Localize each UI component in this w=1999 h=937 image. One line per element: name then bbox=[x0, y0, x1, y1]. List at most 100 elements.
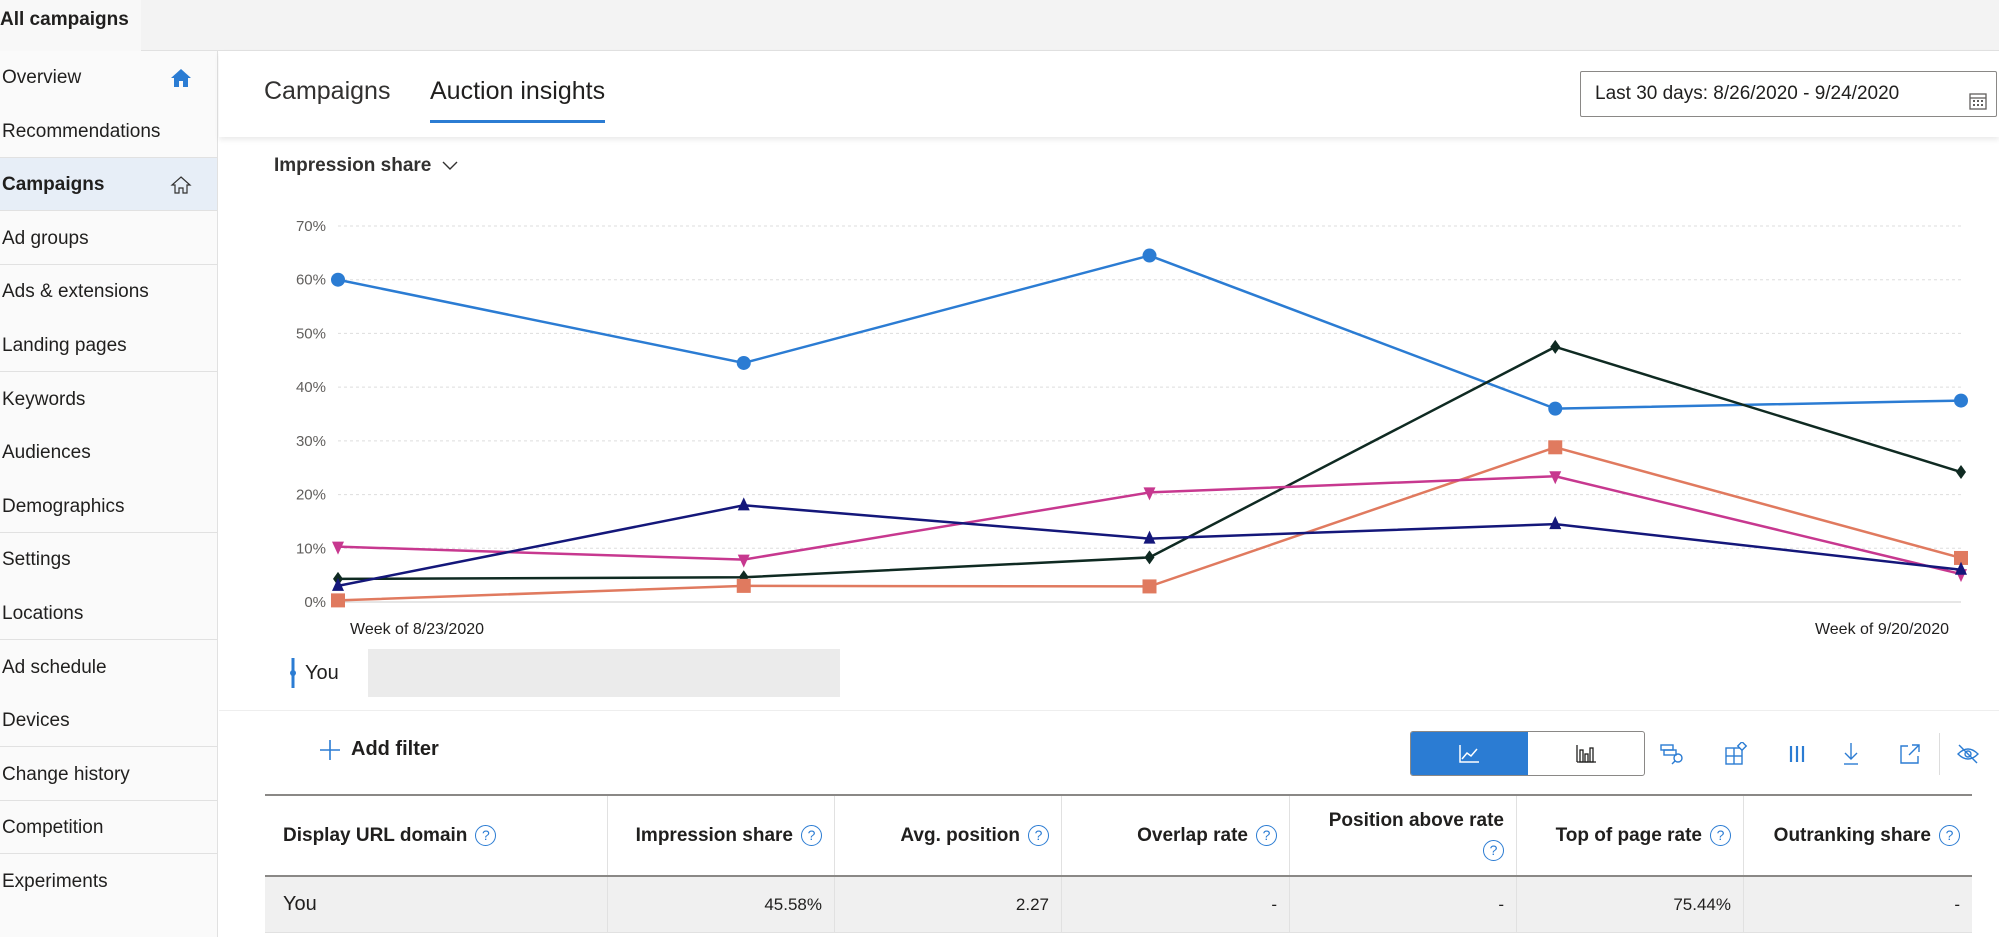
add-filter-label: Add filter bbox=[351, 738, 439, 760]
date-range-text: Last 30 days: 8/26/2020 - 9/24/2020 bbox=[1595, 83, 1900, 104]
column-header[interactable]: Top of page rate? bbox=[1517, 796, 1744, 875]
column-header-label: Overlap rate bbox=[1137, 824, 1248, 846]
sidebar-item-label: Landing pages bbox=[2, 335, 127, 356]
sidebar-item-devices[interactable]: Devices bbox=[0, 694, 217, 748]
sidebar-item-landing-pages[interactable]: Landing pages bbox=[0, 319, 217, 372]
sidebar-item-campaigns[interactable]: Campaigns bbox=[0, 158, 217, 212]
sidebar-item-label: Overview bbox=[2, 67, 82, 88]
sidebar-item-label: Change history bbox=[2, 763, 130, 785]
sidebar: Overview Recommendations Campaigns Ad group… bbox=[0, 51, 218, 937]
help-icon[interactable]: ? bbox=[1028, 824, 1049, 846]
sidebar-item-label: Competition bbox=[2, 817, 104, 839]
data-point bbox=[1144, 550, 1155, 565]
tab-auction-insights[interactable]: Auction insights bbox=[430, 77, 606, 123]
breadcrumb-all-campaigns[interactable]: All campaigns bbox=[0, 0, 141, 51]
date-range-picker[interactable]: Last 30 days: 8/26/2020 - 9/24/2020 bbox=[1580, 71, 1997, 117]
data-point bbox=[1548, 440, 1563, 455]
sidebar-item-label: Ad schedule bbox=[2, 656, 107, 678]
segment-icon[interactable] bbox=[1723, 741, 1749, 767]
data-point bbox=[1548, 401, 1563, 416]
data-point bbox=[736, 578, 751, 593]
table-header-row: Display URL domain? Impression share? Avg.… bbox=[265, 794, 1972, 877]
sidebar-item-experiments[interactable]: Experiments bbox=[0, 855, 217, 908]
y-tick-label: 10% bbox=[296, 540, 326, 557]
table-cell: You bbox=[265, 877, 608, 932]
auction-insights-table: Display URL domain? Impression share? Avg.… bbox=[265, 794, 1972, 933]
sidebar-item-label: Locations bbox=[2, 603, 84, 624]
table-cell: 75.44% bbox=[1517, 877, 1744, 932]
hide-chart-icon[interactable] bbox=[1955, 741, 1981, 767]
divider bbox=[219, 710, 1999, 711]
series-line bbox=[337, 345, 1962, 581]
column-header-label: Avg. position bbox=[900, 824, 1020, 846]
column-header[interactable]: Position above rate? bbox=[1290, 796, 1517, 875]
sidebar-item-settings[interactable]: Settings bbox=[0, 533, 217, 586]
table-cell: 45.58% bbox=[608, 877, 835, 932]
sidebar-item-keywords[interactable]: Keywords bbox=[0, 373, 217, 426]
help-icon[interactable]: ? bbox=[1710, 824, 1731, 846]
bar-chart-button[interactable] bbox=[1528, 732, 1645, 775]
column-header-label: Impression share bbox=[635, 824, 793, 846]
column-header[interactable]: Display URL domain? bbox=[265, 796, 608, 875]
sidebar-item-ads-extensions[interactable]: Ads & extensions bbox=[0, 265, 217, 318]
table-cell: 2.27 bbox=[835, 877, 1062, 932]
column-header-label: Outranking share bbox=[1773, 824, 1931, 846]
download-icon[interactable] bbox=[1838, 741, 1864, 767]
column-header-label: Display URL domain bbox=[283, 824, 468, 846]
sidebar-item-label: Settings bbox=[2, 549, 71, 571]
data-point bbox=[1142, 248, 1157, 263]
legend-you-label[interactable]: You bbox=[305, 662, 339, 685]
add-filter-button[interactable]: Add filter bbox=[319, 738, 439, 761]
impression-share-chart: 0% 10% 20% 30% 40% 50% 60% 70% Week of 8/23/2020… bbox=[296, 218, 1968, 638]
chevron-down-icon bbox=[442, 161, 458, 170]
sidebar-item-label: Demographics bbox=[2, 495, 125, 517]
sidebar-item-label: Audiences bbox=[2, 442, 91, 464]
x-tick-label: Week of 8/23/2020 bbox=[350, 621, 484, 638]
column-header[interactable]: Outranking share? bbox=[1744, 796, 1972, 875]
compare-search-icon[interactable] bbox=[1660, 741, 1686, 767]
data-point bbox=[1550, 339, 1561, 354]
home-outline-icon bbox=[169, 158, 193, 211]
help-icon[interactable]: ? bbox=[1483, 839, 1504, 861]
sidebar-item-demographics[interactable]: Demographics bbox=[0, 480, 217, 533]
column-header[interactable]: Impression share? bbox=[608, 796, 835, 875]
help-icon[interactable]: ? bbox=[1256, 824, 1277, 846]
tab-campaigns[interactable]: Campaigns bbox=[264, 77, 390, 120]
data-point bbox=[331, 593, 345, 608]
sidebar-item-change-history[interactable]: Change history bbox=[0, 748, 217, 801]
series-line bbox=[337, 254, 1962, 410]
series-line bbox=[337, 504, 1962, 588]
sidebar-item-label: Ad groups bbox=[2, 227, 89, 249]
data-point bbox=[1142, 579, 1157, 594]
sidebar-item-recommendations[interactable]: Recommendations bbox=[0, 105, 217, 158]
sidebar-item-label: Devices bbox=[2, 710, 70, 732]
help-icon[interactable]: ? bbox=[475, 824, 497, 846]
column-header[interactable]: Overlap rate? bbox=[1062, 796, 1290, 875]
y-tick-label: 50% bbox=[296, 325, 326, 342]
data-point bbox=[736, 355, 751, 370]
sidebar-item-audiences[interactable]: Audiences bbox=[0, 426, 217, 479]
data-point bbox=[737, 554, 750, 568]
table-row: You 45.58% 2.27- -75.44% - bbox=[265, 877, 1972, 933]
sidebar-item-locations[interactable]: Locations bbox=[0, 587, 217, 640]
line-chart-icon bbox=[1459, 744, 1480, 763]
sidebar-item-label: Recommendations bbox=[2, 120, 161, 142]
line-chart-button[interactable] bbox=[1411, 732, 1528, 775]
help-icon[interactable]: ? bbox=[801, 824, 822, 846]
help-icon[interactable]: ? bbox=[1939, 824, 1960, 846]
expand-icon[interactable] bbox=[1897, 741, 1923, 767]
sidebar-item-label: Experiments bbox=[2, 871, 108, 892]
sidebar-item-ad-schedule[interactable]: Ad schedule bbox=[0, 641, 217, 694]
columns-icon[interactable] bbox=[1784, 741, 1810, 767]
metric-dropdown[interactable]: Impression share bbox=[274, 155, 459, 177]
sidebar-item-ad-groups[interactable]: Ad groups bbox=[0, 212, 217, 265]
column-header-label: Position above rate bbox=[1328, 809, 1504, 831]
data-point bbox=[331, 272, 345, 287]
home-filled-icon bbox=[169, 51, 193, 104]
table-cell: - bbox=[1954, 894, 1960, 914]
metric-label: Impression share bbox=[274, 155, 432, 176]
column-header[interactable]: Avg. position? bbox=[835, 796, 1062, 875]
sidebar-item-overview[interactable]: Overview bbox=[0, 51, 217, 104]
sidebar-item-competition[interactable]: Competition bbox=[0, 801, 217, 855]
sidebar-item-label: Campaigns bbox=[2, 174, 105, 196]
